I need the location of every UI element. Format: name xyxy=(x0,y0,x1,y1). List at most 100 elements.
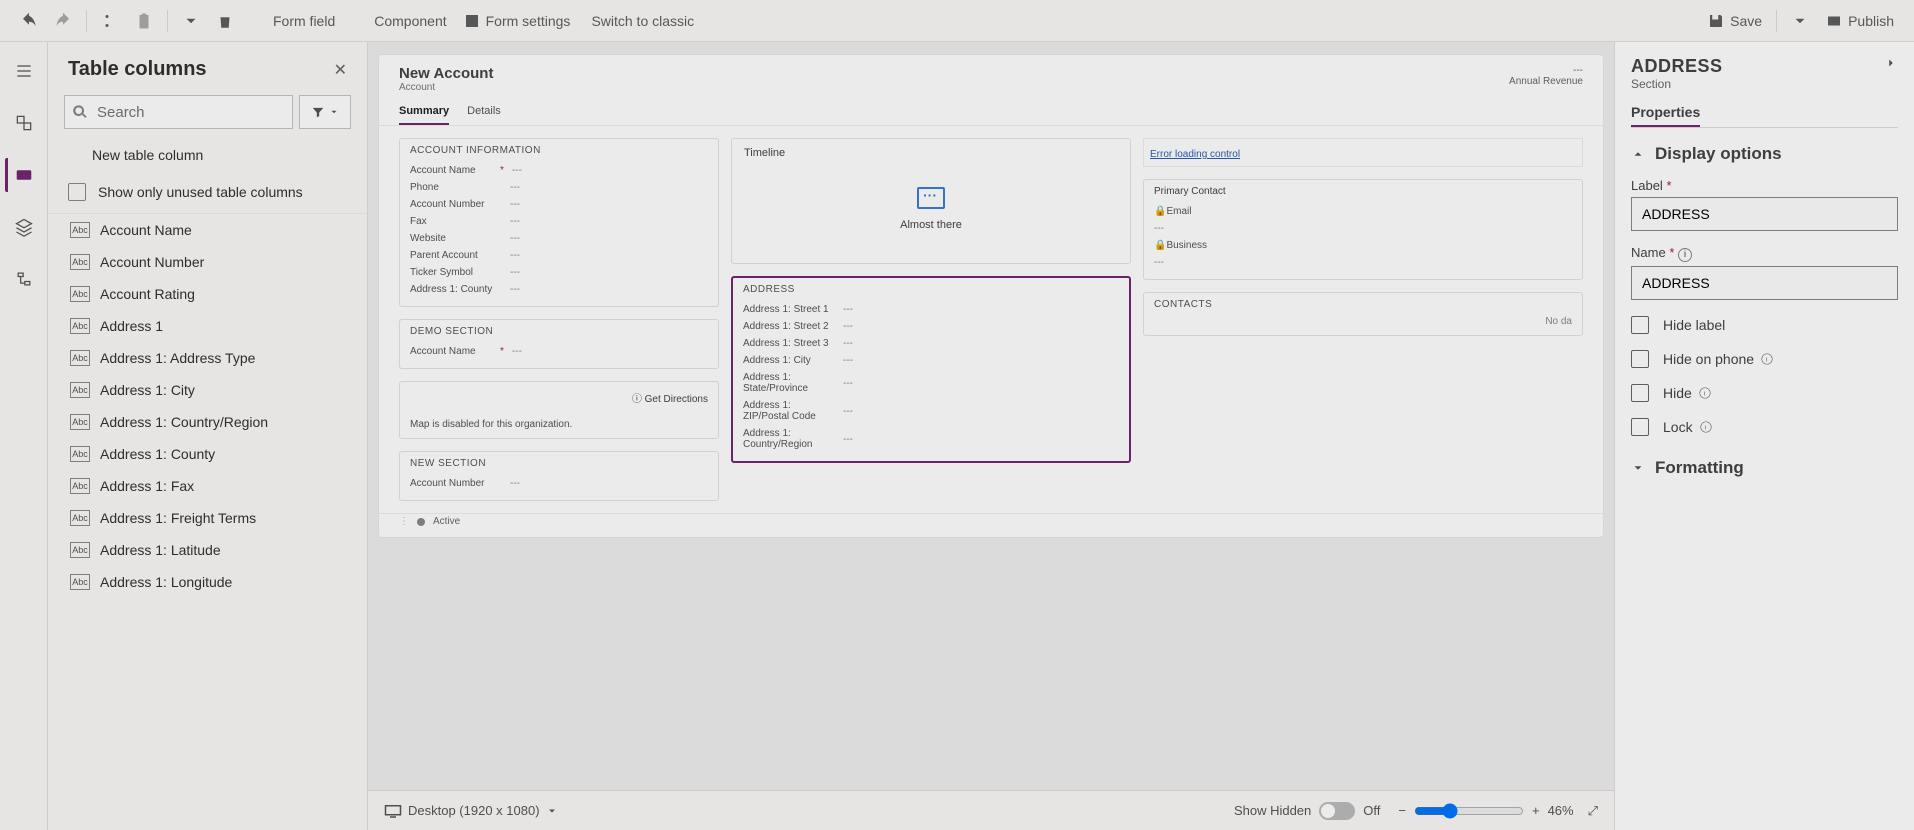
left-rail: Abc xyxy=(0,42,48,830)
menu-icon[interactable] xyxy=(7,54,41,88)
filter-button[interactable] xyxy=(299,95,351,129)
list-item[interactable]: AbcAddress 1: Address Type xyxy=(48,342,367,374)
contacts-card[interactable]: CONTACTS No da xyxy=(1143,292,1583,336)
svg-text:Abc: Abc xyxy=(19,174,29,180)
show-hidden-toggle[interactable] xyxy=(1319,802,1355,820)
error-link[interactable]: Error loading control xyxy=(1150,149,1240,160)
hide-label-checkbox[interactable]: Hide label xyxy=(1631,316,1898,334)
list-item[interactable]: AbcAddress 1: Longitude xyxy=(48,566,367,598)
list-item[interactable]: AbcAddress 1: Country/Region xyxy=(48,406,367,438)
primary-contact-card[interactable]: Primary Contact 🔒 Email --- 🔒 Business -… xyxy=(1143,179,1583,280)
form-field[interactable]: Website--- xyxy=(410,230,708,247)
form-field[interactable]: Parent Account--- xyxy=(410,247,708,264)
fit-icon[interactable]: ⤢ xyxy=(1588,803,1598,819)
show-unused-checkbox[interactable]: Show only unused table columns xyxy=(48,175,367,213)
form-field[interactable]: Address 1: ZIP/Postal Code--- xyxy=(743,397,1119,425)
timeline-icon xyxy=(917,187,945,209)
form-settings-button[interactable]: Form settings xyxy=(455,0,579,41)
form-field[interactable]: Account Name*--- xyxy=(410,343,708,360)
form-field[interactable]: Address 1: Street 2--- xyxy=(743,318,1119,335)
paste-button[interactable] xyxy=(127,0,161,41)
section-timeline[interactable]: Timeline Almost there xyxy=(731,138,1131,264)
list-item[interactable]: AbcAddress 1: Freight Terms xyxy=(48,502,367,534)
device-selector[interactable]: Desktop (1920 x 1080) xyxy=(384,803,558,818)
close-icon[interactable]: ✕ xyxy=(334,60,347,80)
zoom-in[interactable]: + xyxy=(1532,803,1540,818)
table-columns-icon[interactable]: Abc xyxy=(5,158,39,192)
table-columns-panel: Table columns ✕ New table column Show on… xyxy=(48,42,368,830)
layers-icon[interactable] xyxy=(7,210,41,244)
hide-phone-checkbox[interactable]: Hide on phonei xyxy=(1631,350,1898,368)
form-status-bar: ⋮ Active xyxy=(379,513,1603,529)
list-item[interactable]: AbcAddress 1: Fax xyxy=(48,470,367,502)
zoom-out[interactable]: − xyxy=(1398,803,1406,818)
paste-dropdown[interactable] xyxy=(174,0,208,41)
svg-text:i: i xyxy=(1766,356,1767,363)
new-table-column-button[interactable]: New table column xyxy=(48,135,367,175)
tree-icon[interactable] xyxy=(7,262,41,296)
group-formatting[interactable]: Formatting xyxy=(1631,458,1898,478)
delete-button[interactable] xyxy=(208,0,242,41)
section-account-info[interactable]: ACCOUNT INFORMATION Account Name*---Phon… xyxy=(399,138,719,307)
form-field[interactable]: Fax--- xyxy=(410,213,708,230)
form-title: New Account xyxy=(399,65,493,82)
cut-button[interactable] xyxy=(93,0,127,41)
redo-button[interactable] xyxy=(46,0,80,41)
section-demo[interactable]: Demo Section Account Name*--- xyxy=(399,319,719,369)
switch-classic-button[interactable]: Switch to classic xyxy=(578,0,702,41)
canvas-footer: Desktop (1920 x 1080) Show Hidden Off − … xyxy=(368,790,1614,830)
form-field[interactable]: Account Name*--- xyxy=(410,162,708,179)
form-field[interactable]: Address 1: City--- xyxy=(743,352,1119,369)
list-item[interactable]: AbcAddress 1: Latitude xyxy=(48,534,367,566)
list-item[interactable]: AbcAddress 1 xyxy=(48,310,367,342)
header-value: --- xyxy=(1509,65,1583,76)
name-input[interactable] xyxy=(1631,266,1898,300)
list-item[interactable]: AbcAddress 1: County xyxy=(48,438,367,470)
list-item[interactable]: AbcAddress 1: City xyxy=(48,374,367,406)
form-field[interactable]: Address 1: Street 1--- xyxy=(743,301,1119,318)
tab-details[interactable]: Details xyxy=(467,99,501,125)
form-subtitle: Account xyxy=(399,82,493,93)
form-field[interactable]: Phone--- xyxy=(410,179,708,196)
form-canvas: New Account Account --- Annual Revenue S… xyxy=(368,42,1614,830)
undo-button[interactable] xyxy=(12,0,46,41)
group-display-options[interactable]: Display options xyxy=(1631,144,1898,164)
panel-title: Table columns xyxy=(68,58,207,81)
form-field[interactable]: Address 1: County--- xyxy=(410,281,708,298)
form-field[interactable]: Address 1: Street 3--- xyxy=(743,335,1119,352)
label-input[interactable] xyxy=(1631,197,1898,231)
property-panel: ADDRESS Section Properties Display optio… xyxy=(1614,42,1914,830)
save-dropdown[interactable] xyxy=(1783,12,1817,30)
svg-text:i: i xyxy=(1704,424,1705,431)
section-new[interactable]: New Section Account Number--- xyxy=(399,451,719,501)
list-item[interactable]: AbcAccount Rating xyxy=(48,278,367,310)
tab-properties[interactable]: Properties xyxy=(1631,99,1700,127)
form-field[interactable]: Account Number--- xyxy=(410,196,708,213)
search-icon xyxy=(72,104,88,120)
zoom-slider[interactable] xyxy=(1414,803,1524,819)
lock-checkbox[interactable]: Locki xyxy=(1631,418,1898,436)
form-field[interactable]: Address 1: Country/Region--- xyxy=(743,425,1119,453)
zoom-level: 46% xyxy=(1548,803,1574,818)
publish-button[interactable]: Publish xyxy=(1817,12,1902,30)
hide-checkbox[interactable]: Hidei xyxy=(1631,384,1898,402)
section-map[interactable]: ⓘ Get Directions Map is disabled for thi… xyxy=(399,381,719,439)
chevron-right-icon[interactable] xyxy=(1884,56,1898,70)
save-button[interactable]: Save xyxy=(1699,12,1770,30)
form-field[interactable]: Address 1: State/Province--- xyxy=(743,369,1119,397)
components-icon[interactable] xyxy=(7,106,41,140)
section-address[interactable]: ADDRESS Address 1: Street 1---Address 1:… xyxy=(731,276,1131,463)
header-label: Annual Revenue xyxy=(1509,76,1583,87)
top-toolbar: Form field Component Form settings Switc… xyxy=(0,0,1914,42)
search-input[interactable] xyxy=(64,95,293,129)
list-item[interactable]: AbcAccount Number xyxy=(48,246,367,278)
form-field[interactable]: Ticker Symbol--- xyxy=(410,264,708,281)
add-form-field-button[interactable]: Form field xyxy=(242,0,343,41)
form-field[interactable]: Account Number--- xyxy=(410,475,708,492)
tab-summary[interactable]: Summary xyxy=(399,99,449,125)
column-list[interactable]: AbcAccount NameAbcAccount NumberAbcAccou… xyxy=(48,213,367,830)
add-component-button[interactable]: Component xyxy=(343,0,454,41)
prop-title: ADDRESS xyxy=(1631,56,1723,77)
list-item[interactable]: AbcAccount Name xyxy=(48,214,367,246)
svg-text:i: i xyxy=(1704,390,1705,397)
